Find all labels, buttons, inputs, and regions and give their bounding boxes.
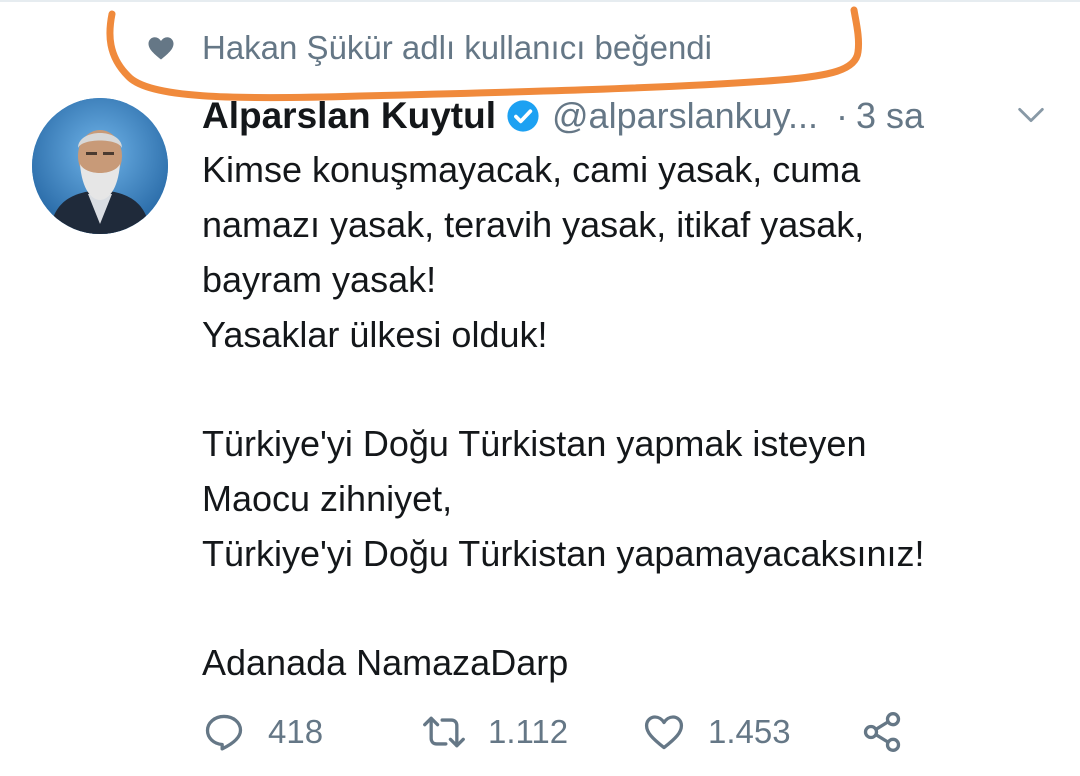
social-context-text: Hakan Şükür adlı kullanıcı beğendi (202, 29, 712, 66)
like-button[interactable]: 1.453 (642, 704, 791, 760)
tweet-line: Maocu zihniyet, (202, 478, 453, 519)
separator-dot: · (836, 95, 848, 136)
chevron-down-icon[interactable] (1014, 98, 1048, 132)
tweet-line: Kimse konuşmayacak, cami yasak, cuma (202, 149, 861, 190)
social-context[interactable]: Hakan Şükür adlı kullanıcı beğendi (146, 26, 712, 70)
author-handle[interactable]: @alparslankuy... (552, 95, 818, 137)
reply-button[interactable]: 418 (202, 704, 323, 760)
retweet-icon (423, 716, 465, 748)
avatar[interactable] (32, 98, 168, 234)
heart-icon (148, 37, 174, 60)
tweet-line: Türkiye'yi Doğu Türkistan yapamayacaksın… (202, 533, 925, 574)
retweet-button[interactable]: 1.112 (422, 704, 568, 760)
tweet-line: Adanada NamazaDarp (202, 642, 569, 683)
tweet-text: Kimse konuşmayacak, cami yasak, cuma nam… (202, 142, 1062, 690)
avatar-portrait (32, 98, 168, 234)
tweet-actions: 418 1.112 1.453 (202, 704, 922, 760)
tweet-timestamp[interactable]: 3 sa (856, 95, 924, 137)
author-name[interactable]: Alparslan Kuytul (202, 95, 496, 137)
retweet-count: 1.112 (488, 713, 569, 750)
tweet-line: Türkiye'yi Doğu Türkistan yapmak isteyen (202, 423, 867, 464)
heart-outline-icon (644, 715, 684, 750)
verified-badge-icon (507, 100, 539, 132)
reply-count: 418 (268, 713, 324, 750)
share-button[interactable] (860, 704, 904, 760)
share-icon (863, 712, 901, 752)
tweet-line: bayram yasak! (202, 259, 437, 300)
reply-icon (205, 714, 243, 751)
tweet-line: namazı yasak, teravih yasak, itikaf yasa… (202, 204, 865, 245)
tweet-line: Yasaklar ülkesi olduk! (202, 314, 548, 355)
top-divider (0, 0, 1080, 2)
like-count: 1.453 (708, 713, 791, 750)
tweet-header: Alparslan Kuytul @alparslankuy... · 3 sa (202, 92, 1052, 140)
